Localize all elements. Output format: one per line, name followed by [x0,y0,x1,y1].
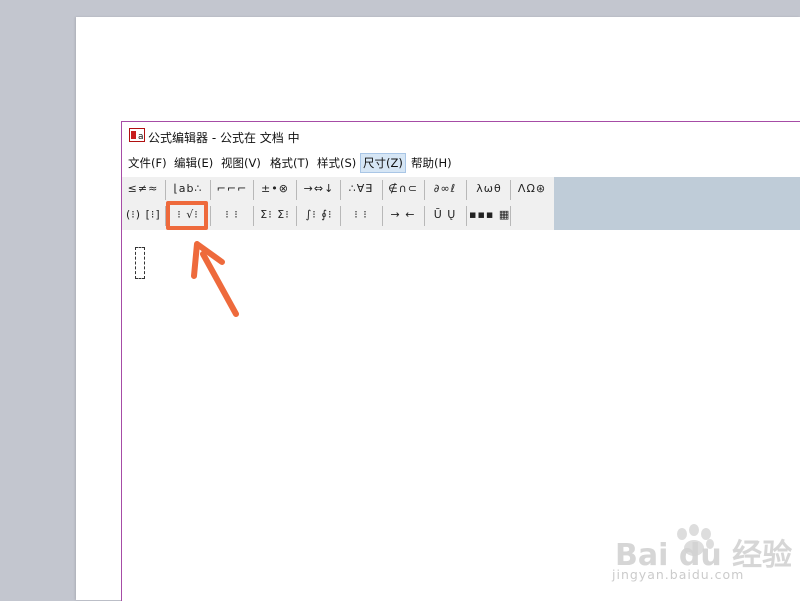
arrows-palette-button[interactable]: →⇔↓ [300,178,338,200]
symbol-toolbar: ≤≠≈ ⌊ab∴ ⌐⌐⌐ ±•⊗ →⇔↓ ∴∀∃ ∉∩⊂ ∂∞ℓ λωθ ΛΩ⊛… [122,177,800,230]
watermark-url: jingyan.baidu.com [612,567,745,582]
spaces-ellipses-palette-button[interactable]: ⌊ab∴ [169,178,207,200]
menu-file[interactable]: 文件(F) [126,154,169,172]
fraction-radical-highlight-box [166,201,208,230]
menu-size[interactable]: 尺寸(Z) [360,153,406,173]
greek-uppercase-palette-button[interactable]: ΛΩ⊛ [512,178,552,200]
menu-help[interactable]: 帮助(H) [409,154,454,172]
operators-palette-button[interactable]: ±•⊗ [257,178,293,200]
matrix-templates-button[interactable]: ▪▪▪ ▦ [469,204,509,226]
subscript-superscript-templates-button[interactable]: ⁝ ⁝ [214,204,250,226]
menu-bar: 文件(F) 编辑(E) 视图(V) 格式(T) 样式(S) 尺寸(Z) 帮助(H… [122,152,800,174]
equation-editor-window: a 公式编辑器 - 公式在 文档 中 文件(F) 编辑(E) 视图(V) 格式(… [121,121,800,601]
relations-palette-button[interactable]: ≤≠≈ [126,178,160,200]
equation-editor-icon: a [129,128,145,142]
integral-templates-button[interactable]: ∫⁝ ∮⁝ [300,204,338,226]
set-theory-palette-button[interactable]: ∉∩⊂ [385,178,421,200]
menu-edit[interactable]: 编辑(E) [172,154,215,172]
title-bar: a 公式编辑器 - 公式在 文档 中 [122,122,800,152]
menu-view[interactable]: 视图(V) [219,154,263,172]
svg-text:a: a [138,132,144,142]
menu-format[interactable]: 格式(T) [268,154,311,172]
toolbar-empty-area [554,177,800,230]
labeled-arrow-templates-button[interactable]: → ← [385,204,421,226]
toolbar-row-symbols: ≤≠≈ ⌊ab∴ ⌐⌐⌐ ±•⊗ →⇔↓ ∴∀∃ ∉∩⊂ ∂∞ℓ λωθ ΛΩ⊛ [122,178,554,202]
logic-palette-button[interactable]: ∴∀∃ [343,178,379,200]
summation-templates-button[interactable]: Σ⁝ Σ⁝ [257,204,293,226]
embellishments-palette-button[interactable]: ⌐⌐⌐ [214,178,250,200]
products-set-templates-button[interactable]: Ū Ų [427,204,463,226]
menu-style[interactable]: 样式(S) [315,154,358,172]
underbar-overbar-templates-button[interactable]: ⁝ ⁝ [343,204,379,226]
window-title: 公式编辑器 - 公式在 文档 中 [148,131,300,145]
fence-templates-button[interactable]: (⁝) [⁝] [126,204,160,226]
equation-input-slot[interactable] [135,247,145,279]
greek-lowercase-palette-button[interactable]: λωθ [469,178,509,200]
misc-symbols-palette-button[interactable]: ∂∞ℓ [427,178,463,200]
